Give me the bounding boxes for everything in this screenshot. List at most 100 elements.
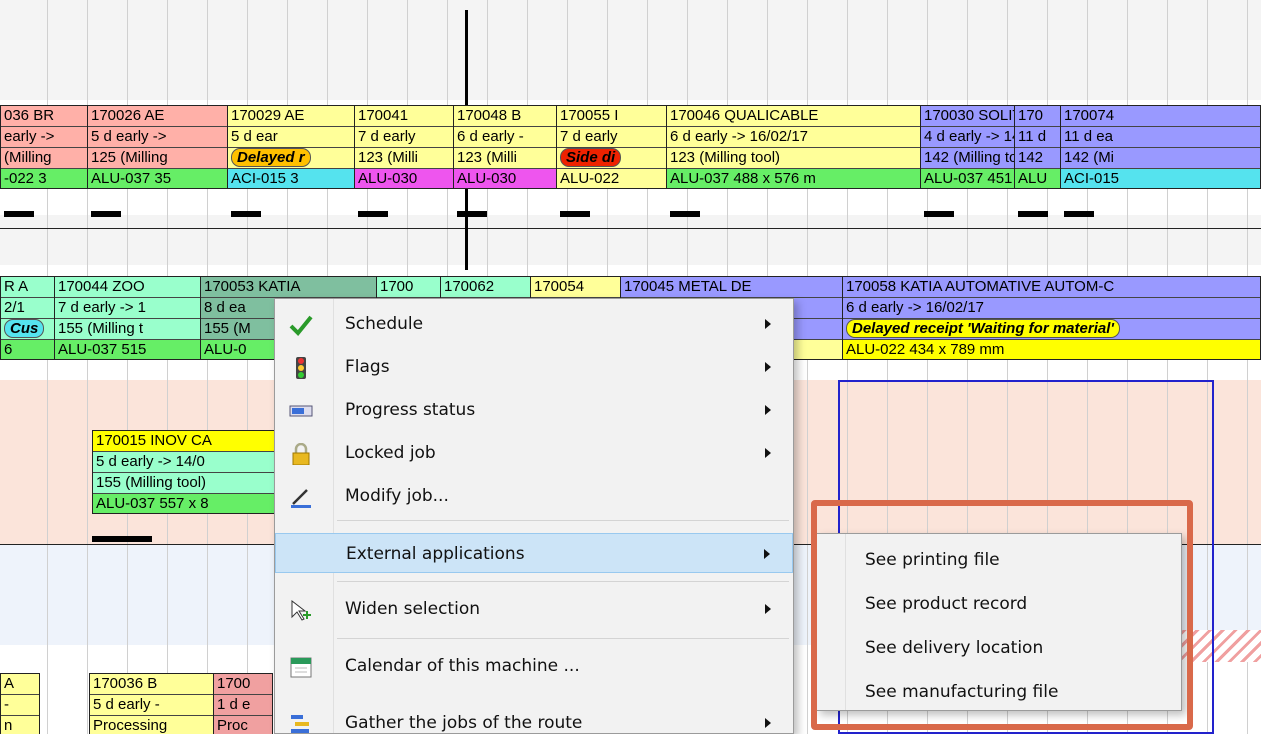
job-title: 170015 INOV CA — [93, 431, 281, 452]
job-early-text: 4 d early -> 14/02/ — [924, 128, 1014, 145]
job-early: 7 d early -> 1 — [55, 298, 200, 319]
job-tool: Side di — [557, 148, 666, 169]
job-material-text: ALU-022 434 x 789 mm — [846, 341, 1005, 358]
job-card[interactable]: 170030 SOLITEC 4 d early -> 14/02/142 (Mi… — [920, 105, 1015, 189]
job-title-text: 170054 — [534, 278, 585, 295]
job-card[interactable]: 170041 7 d early 123 (Milli ALU-030 — [354, 105, 454, 189]
job-material-text: ALU-030 — [457, 170, 517, 187]
job-card[interactable]: 170046 QUALICABLE 6 d early -> 16/02/17 12… — [666, 105, 921, 189]
job-tool: 123 (Milli — [355, 148, 453, 169]
job-title-text: 1700 — [380, 278, 414, 295]
job-card[interactable]: 170 11 d 142 ALU — [1014, 105, 1061, 189]
submenu-item-see-printing-file[interactable]: See printing file — [817, 540, 1181, 580]
job-line: - — [1, 695, 39, 716]
job-notch — [457, 211, 487, 217]
job-card[interactable]: 170036 B5 d early - Processing — [89, 673, 214, 734]
job-tool-text: Delayed r — [231, 148, 311, 167]
job-line: Processing — [90, 716, 213, 734]
job-line: 170036 B — [90, 674, 213, 695]
job-tool-text: 123 (Milling tool) — [670, 149, 781, 166]
job-early: 5 d early -> — [88, 127, 227, 148]
menu-item-external-applications[interactable]: External applications — [275, 533, 793, 573]
job-early-text: early -> — [4, 128, 55, 145]
job-tool-text: 155 (M — [204, 320, 251, 337]
job-card[interactable]: 170048 B 6 d early - 123 (Milli ALU-030 — [453, 105, 557, 189]
menu-item-schedule[interactable]: Schedule — [275, 304, 793, 344]
job-early-text: 6 d early - — [457, 128, 524, 145]
traffic-light-icon — [289, 357, 313, 379]
job-tool: 142 — [1015, 148, 1060, 169]
calendar-icon — [289, 656, 313, 678]
job-material-text: ACI-015 — [1064, 170, 1120, 187]
job-early-text: 2/1 — [4, 299, 25, 316]
job-title-text: 036 BR — [4, 107, 55, 124]
job-tool-text: 123 (Milli — [358, 149, 419, 166]
job-material: ACI-015 3 — [228, 169, 354, 188]
submenu-item-label: See delivery location — [865, 638, 1044, 658]
job-card-170015[interactable]: 170015 INOV CA 5 d early -> 14/0 155 (Mi… — [92, 430, 282, 514]
menu-item-calendar-of-this-machine[interactable]: Calendar of this machine ... — [275, 646, 793, 686]
menu-item-progress-status[interactable]: Progress status — [275, 390, 793, 430]
job-card[interactable]: 170029 AE 5 d ear Delayed r ACI-015 3 — [227, 105, 355, 189]
menu-item-widen-selection[interactable]: Widen selection — [275, 589, 793, 629]
menu-item-label: Flags — [345, 357, 390, 377]
job-early: 5 d early -> 14/0 — [93, 452, 281, 473]
menu-item-label: Locked job — [345, 443, 436, 463]
context-menu: Schedule Flags Progress status Locked job Mo… — [274, 298, 794, 734]
job-card[interactable]: 170026 AE 5 d early -> 125 (Milling ALU-037… — [87, 105, 228, 189]
submenu-item-see-manufacturing-file[interactable]: See manufacturing file — [817, 672, 1181, 712]
job-card[interactable]: 1700 1 d e Proc — [213, 673, 273, 734]
job-card[interactable]: 170058 KATIA AUTOMATIVE AUTOM-C 6 d early… — [842, 276, 1261, 360]
job-line: A — [1, 674, 39, 695]
job-title-text: 170044 ZOO — [58, 278, 145, 295]
menu-item-locked-job[interactable]: Locked job — [275, 433, 793, 473]
job-tool: 142 (Milling tool) — [921, 148, 1014, 169]
pen-icon — [289, 486, 313, 508]
job-card[interactable]: 036 BR early -> (Milling -022 3 — [0, 105, 88, 189]
gather-icon — [289, 713, 313, 733]
job-card[interactable]: A-n — [0, 673, 40, 734]
submenu-item-see-delivery-location[interactable]: See delivery location — [817, 628, 1181, 668]
job-notch — [231, 211, 261, 217]
job-early-text: 7 d early — [358, 128, 416, 145]
job-early: 2/1 — [1, 298, 54, 319]
job-tool: Delayed r — [228, 148, 354, 169]
row-gap-1 — [0, 215, 1261, 265]
submenu-item-see-product-record[interactable]: See product record — [817, 584, 1181, 624]
job-tool-text: Delayed receipt 'Waiting for material' — [846, 319, 1120, 338]
menu-item-modify-job[interactable]: Modify job... — [275, 476, 793, 516]
job-title-text: 170046 QUALICABLE — [670, 107, 819, 124]
job-card[interactable]: 170044 ZOO 7 d early -> 1 155 (Milling t AL… — [54, 276, 201, 360]
job-material: ALU-037 515 — [55, 340, 200, 359]
job-material-text: ALU-030 — [358, 170, 418, 187]
job-card[interactable]: R A 2/1 Cus 6 — [0, 276, 55, 360]
job-tool: 123 (Milling tool) — [667, 148, 920, 169]
job-tool: Cus — [1, 319, 54, 340]
job-title: 170074 — [1061, 106, 1260, 127]
job-tool-text: 155 (Milling t — [58, 320, 144, 337]
job-title-text: 170 — [1018, 107, 1044, 124]
menu-item-flags[interactable]: Flags — [275, 347, 793, 387]
job-title: 170 — [1015, 106, 1060, 127]
job-title: 170048 B — [454, 106, 556, 127]
job-tool-text: 142 (Mi — [1064, 149, 1115, 166]
job-title-text: R A — [4, 278, 29, 295]
job-early-text: 6 d early -> 16/02/17 — [846, 299, 985, 316]
submenu-item-label: See manufacturing file — [865, 682, 1059, 702]
job-material-text: ALU-037 451 x 88 — [924, 170, 1014, 187]
job-notch — [670, 211, 700, 217]
job-early-text: 7 d early — [560, 128, 618, 145]
submenu-arrow-icon — [765, 604, 771, 614]
job-early-text: 11 d — [1018, 128, 1047, 145]
menu-item-label: Modify job... — [345, 486, 449, 506]
job-card[interactable]: 170055 I 7 d early Side di ALU-022 — [556, 105, 667, 189]
job-card[interactable]: 170074 11 d ea 142 (Mi ACI-015 — [1060, 105, 1261, 189]
submenu-arrow-icon — [765, 405, 771, 415]
job-early: 6 d early -> 16/02/17 — [843, 298, 1260, 319]
job-title-text: 170029 AE — [231, 107, 305, 124]
job-title-text: 170041 — [358, 107, 409, 124]
job-early-text: 7 d early -> 1 — [58, 299, 146, 316]
job-title: 170030 SOLITEC — [921, 106, 1014, 127]
menu-item-gather-the-jobs-of-the-route[interactable]: Gather the jobs of the route — [275, 703, 793, 733]
job-material: 6 — [1, 340, 54, 359]
